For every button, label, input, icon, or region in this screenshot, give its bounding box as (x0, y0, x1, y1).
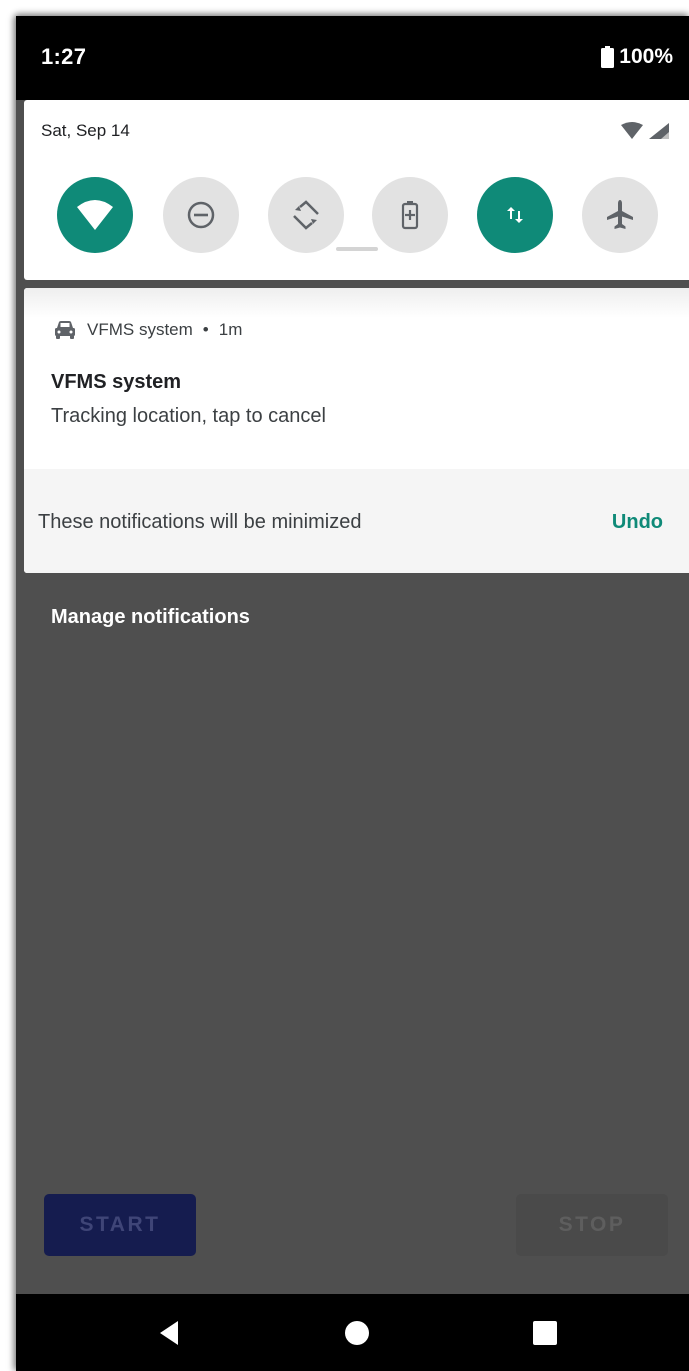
notification-time: 1m (218, 320, 243, 339)
qs-drag-handle[interactable] (336, 247, 378, 251)
battery-percent: 100% (619, 45, 673, 68)
mobile-data-icon (507, 207, 523, 223)
notification-separator: • (202, 320, 209, 339)
quick-settings-panel: Sat, Sep 14 (24, 100, 689, 280)
battery-saver-icon (401, 201, 419, 230)
start-button[interactable]: START (44, 1194, 196, 1256)
home-icon (345, 1321, 369, 1345)
auto-rotate-tile[interactable] (268, 177, 344, 253)
minimize-message: These notifications will be minimized (38, 511, 362, 533)
car-icon (55, 321, 75, 339)
battery-saver-tile[interactable] (372, 177, 448, 253)
mobile-data-tile[interactable] (477, 177, 553, 253)
minimize-banner: These notifications will be minimized Un… (24, 469, 689, 573)
recents-icon (533, 1321, 557, 1345)
manage-notifications-button[interactable]: Manage notifications (51, 606, 250, 629)
recents-button[interactable] (530, 1318, 560, 1348)
notification-fade (24, 288, 689, 318)
home-button[interactable] (342, 1318, 372, 1348)
do-not-disturb-icon (187, 201, 215, 229)
signal-status-icon (621, 122, 669, 139)
notification-body: Tracking location, tap to cancel (51, 405, 326, 427)
airplane-mode-tile[interactable] (582, 177, 658, 253)
status-time: 1:27 (41, 44, 87, 69)
notification-title: VFMS system (51, 371, 182, 393)
wifi-icon (77, 200, 113, 230)
back-button[interactable] (155, 1318, 185, 1348)
back-icon (160, 1321, 178, 1345)
notification-card[interactable]: VFMS system • 1m VFMS system Tracking lo… (24, 288, 689, 573)
airplane-mode-icon (607, 200, 633, 229)
notification-header: VFMS system • 1m (53, 320, 242, 340)
wifi-tile[interactable] (57, 177, 133, 253)
auto-rotate-icon (293, 200, 319, 230)
battery-icon (601, 46, 615, 68)
status-right: 100% (601, 45, 673, 69)
stop-button[interactable]: STOP (516, 1194, 668, 1256)
notification-app-name: VFMS system (87, 320, 193, 339)
do-not-disturb-tile[interactable] (163, 177, 239, 253)
navigation-bar (16, 1294, 689, 1371)
qs-date[interactable]: Sat, Sep 14 (41, 121, 130, 141)
phone-screen: 1:27 100% Sat, Sep 14 VFMS system • 1m V… (16, 16, 689, 1371)
status-bar: 1:27 100% (16, 16, 689, 100)
undo-button[interactable]: Undo (612, 511, 663, 534)
